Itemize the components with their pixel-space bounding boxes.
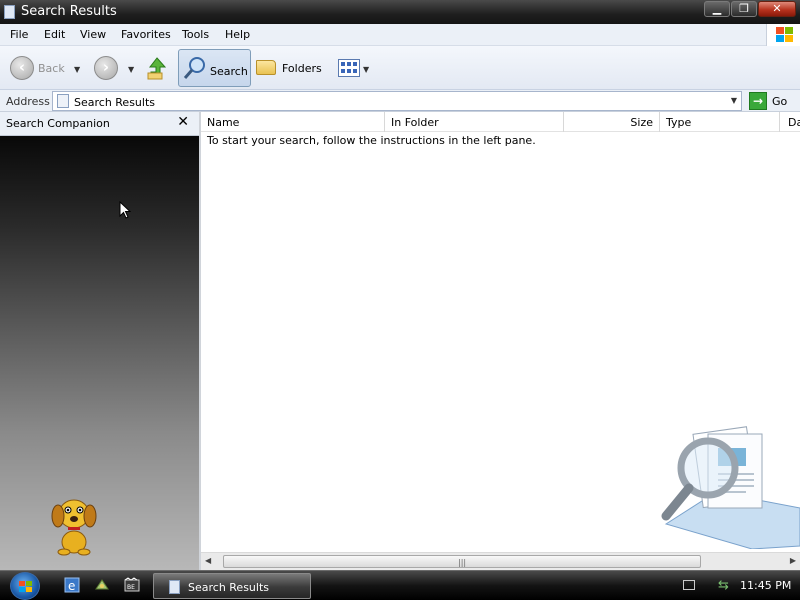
search-dog-icon[interactable] (48, 494, 100, 556)
menu-tools[interactable]: Tools (182, 28, 209, 41)
minimize-button[interactable]: ▁ (704, 1, 730, 17)
views-chevron-icon[interactable]: ▼ (363, 65, 369, 74)
forward-history-chevron-icon[interactable]: ▼ (128, 65, 134, 74)
column-in-folder[interactable]: In Folder (385, 112, 564, 132)
media-player-icon[interactable]: BE (124, 577, 140, 593)
search-button-label: Search (210, 65, 248, 78)
svg-text:e: e (68, 579, 75, 593)
search-companion-header: Search Companion ✕ (0, 112, 199, 136)
scrollbar-thumb[interactable]: ||| (223, 555, 701, 568)
menu-view[interactable]: View (80, 28, 106, 41)
system-clock[interactable]: 11:45 PM (740, 579, 791, 592)
scroll-right-icon[interactable]: ▶ (790, 556, 796, 565)
column-type[interactable]: Type (660, 112, 780, 132)
menu-favorites[interactable]: Favorites (121, 28, 171, 41)
address-bar: Address Search Results ▼ → Go (0, 90, 800, 112)
search-results-page-icon (57, 94, 69, 108)
window-icon[interactable] (4, 5, 15, 19)
go-arrow-icon[interactable]: → (749, 92, 767, 110)
network-icon[interactable]: ⇆ (718, 578, 729, 593)
restore-button[interactable]: ❐ (731, 1, 757, 17)
column-date-modified[interactable]: Da (780, 112, 800, 132)
svg-text:BE: BE (127, 584, 135, 591)
menu-edit[interactable]: Edit (44, 28, 65, 41)
back-button[interactable]: Back (38, 62, 65, 75)
menu-bar: File Edit View Favorites Tools Help (0, 24, 800, 46)
search-button[interactable]: Search (178, 49, 251, 87)
keyboard-indicator-icon[interactable] (683, 580, 695, 590)
empty-results-message: To start your search, follow the instruc… (207, 134, 536, 147)
scroll-grip-icon: ||| (458, 558, 467, 567)
start-button[interactable] (10, 572, 40, 600)
search-companion-title: Search Companion (6, 117, 110, 130)
address-dropdown-chevron-icon[interactable]: ▼ (731, 96, 737, 105)
address-label: Address (6, 95, 50, 108)
scroll-left-icon[interactable]: ◀ (205, 556, 211, 565)
windows-logo-icon (766, 24, 800, 46)
internet-explorer-icon[interactable]: e (64, 577, 80, 593)
back-arrow-icon[interactable]: ‹ (10, 56, 34, 80)
column-name[interactable]: Name (201, 112, 385, 132)
folders-button[interactable]: Folders (282, 62, 322, 75)
folders-icon (256, 60, 276, 75)
switch-windows-icon[interactable] (94, 577, 110, 593)
views-icon[interactable] (338, 59, 360, 77)
mouse-pointer-icon (119, 201, 131, 219)
close-pane-button[interactable]: ✕ (177, 114, 189, 130)
taskbar: e BE Search Results ⇆ 11:45 PM (0, 570, 800, 600)
menu-file[interactable]: File (10, 28, 28, 41)
column-header-row: Name In Folder Size Type Da (201, 112, 800, 132)
address-value: Search Results (74, 96, 156, 109)
back-history-chevron-icon[interactable]: ▼ (74, 65, 80, 74)
menu-help[interactable]: Help (225, 28, 250, 41)
taskbar-window-search-results[interactable]: Search Results (153, 573, 311, 599)
horizontal-scrollbar[interactable]: ◀ ||| ▶ (201, 552, 800, 570)
address-input[interactable]: Search Results ▼ (52, 91, 742, 111)
go-button[interactable]: Go (772, 95, 787, 108)
taskbar-window-label: Search Results (188, 581, 270, 594)
window-controls: ▁ ❐ ✕ (703, 1, 796, 17)
close-button[interactable]: ✕ (758, 1, 796, 17)
up-folder-icon[interactable] (146, 56, 168, 80)
search-icon (183, 57, 205, 79)
column-size[interactable]: Size (564, 112, 660, 132)
window-title: Search Results (21, 4, 117, 19)
results-pane: Name In Folder Size Type Da To start you… (201, 112, 800, 570)
title-bar[interactable]: Search Results ▁ ❐ ✕ (0, 0, 800, 24)
toolbar: ‹ Back ▼ › ▼ Search Folders ▼ (0, 46, 800, 90)
search-magnifier-illustration-icon (661, 426, 800, 549)
forward-arrow-icon[interactable]: › (94, 56, 118, 80)
taskbar-window-icon (169, 580, 180, 594)
search-companion-pane: Search Companion ✕ (0, 112, 201, 570)
